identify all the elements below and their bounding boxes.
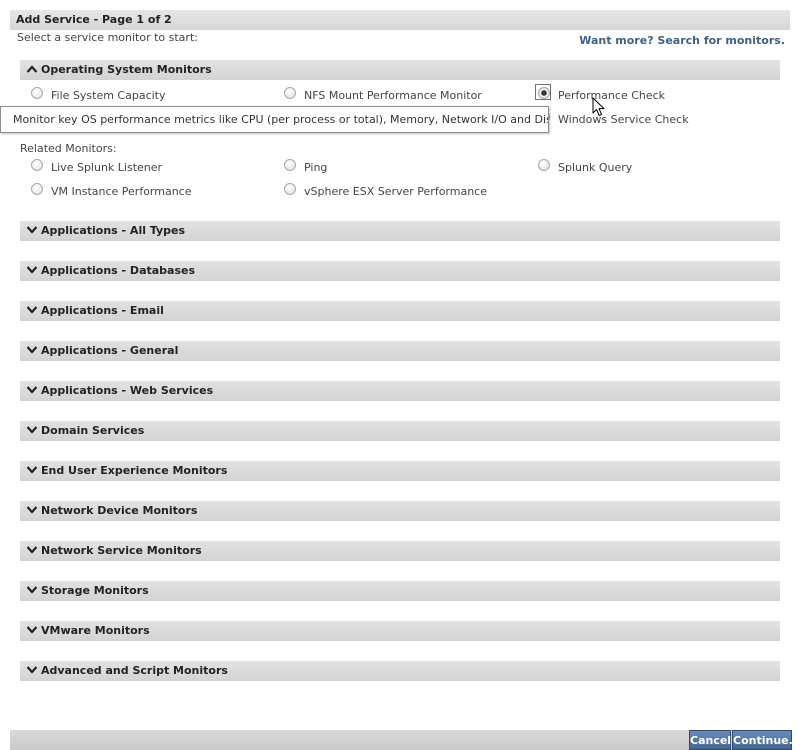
chevron-up-icon — [26, 65, 38, 73]
chevron-down-icon — [26, 466, 38, 474]
section-applications-databases[interactable]: Applications - Databases — [20, 261, 780, 281]
section-title: Applications - Web Services — [41, 384, 214, 397]
section-applications-web-services[interactable]: Applications - Web Services — [20, 381, 780, 401]
related-monitors-label: Related Monitors: — [20, 142, 117, 155]
chevron-down-icon — [26, 666, 38, 674]
chevron-down-icon — [26, 346, 38, 354]
section-title: End User Experience Monitors — [41, 464, 228, 477]
section-title: Applications - Email — [41, 304, 164, 317]
radio-button[interactable] — [538, 159, 550, 171]
section-title: Storage Monitors — [41, 584, 149, 597]
intro-text: Select a service monitor to start: — [17, 31, 198, 44]
section-title: Operating System Monitors — [41, 63, 212, 76]
cancel-button[interactable]: Cancel — [689, 730, 731, 750]
section-title: Applications - General — [41, 344, 179, 357]
section-title: Network Service Monitors — [41, 544, 202, 557]
section-title: Network Device Monitors — [41, 504, 198, 517]
option-label: Performance Check — [558, 89, 666, 102]
chevron-down-icon — [26, 626, 38, 634]
footer-bar — [10, 730, 792, 750]
radio-button-selected[interactable] — [538, 87, 550, 99]
radio-button[interactable] — [31, 159, 43, 171]
option-label: Windows Service Check — [558, 113, 689, 126]
chevron-down-icon — [26, 386, 38, 394]
radio-button[interactable] — [31, 183, 43, 195]
chevron-down-icon — [26, 546, 38, 554]
radio-button[interactable] — [284, 159, 296, 171]
search-monitors-link[interactable]: Want more? Search for monitors. — [579, 34, 785, 47]
option-label: Splunk Query — [558, 161, 633, 174]
section-end-user-experience-monitors[interactable]: End User Experience Monitors — [20, 461, 780, 481]
radio-button[interactable] — [31, 87, 43, 99]
section-advanced-and-script-monitors[interactable]: Advanced and Script Monitors — [20, 661, 780, 681]
chevron-down-icon — [26, 506, 38, 514]
mouse-pointer-icon — [592, 97, 605, 116]
radio-button[interactable] — [284, 87, 296, 99]
section-vmware-monitors[interactable]: VMware Monitors — [20, 621, 780, 641]
performance-check-tooltip: Monitor key OS performance metrics like … — [0, 106, 549, 133]
option-label: Live Splunk Listener — [51, 161, 163, 174]
section-domain-services[interactable]: Domain Services — [20, 421, 780, 441]
section-title: Applications - Databases — [41, 264, 196, 277]
section-network-device-monitors[interactable]: Network Device Monitors — [20, 501, 780, 521]
continue-button[interactable]: Continue... — [732, 730, 800, 750]
chevron-down-icon — [26, 586, 38, 594]
section-title: VMware Monitors — [41, 624, 150, 637]
chevron-down-icon — [26, 426, 38, 434]
section-applications-all-types[interactable]: Applications - All Types — [20, 221, 780, 241]
section-operating-system-monitors[interactable]: Operating System Monitors — [20, 60, 780, 80]
section-title: Applications - All Types — [41, 224, 186, 237]
section-title: Advanced and Script Monitors — [41, 664, 228, 677]
section-storage-monitors[interactable]: Storage Monitors — [20, 581, 780, 601]
chevron-down-icon — [26, 306, 38, 314]
option-label: Ping — [304, 161, 328, 174]
section-applications-general[interactable]: Applications - General — [20, 341, 780, 361]
option-label: VM Instance Performance — [51, 185, 192, 198]
option-label: File System Capacity — [51, 89, 166, 102]
page-title: Add Service - Page 1 of 2 — [10, 10, 790, 30]
option-label: NFS Mount Performance Monitor — [304, 89, 482, 102]
radio-button[interactable] — [284, 183, 296, 195]
section-applications-email[interactable]: Applications - Email — [20, 301, 780, 321]
section-title: Domain Services — [41, 424, 145, 437]
chevron-down-icon — [26, 226, 38, 234]
option-label: vSphere ESX Server Performance — [304, 185, 487, 198]
chevron-down-icon — [26, 266, 38, 274]
section-network-service-monitors[interactable]: Network Service Monitors — [20, 541, 780, 561]
